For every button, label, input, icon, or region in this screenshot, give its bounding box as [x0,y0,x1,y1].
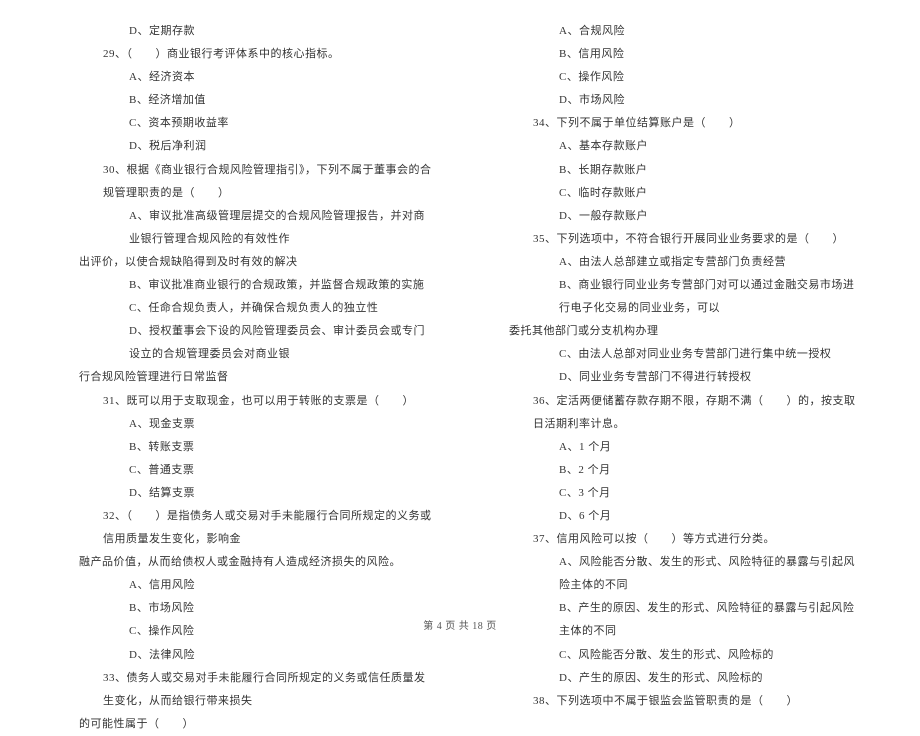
text-line: A、经济资本 [55,66,435,89]
text-line: C、普通支票 [55,459,435,482]
text-line: D、税后净利润 [55,135,435,158]
text-line: A、风险能否分散、发生的形式、风险特征的暴露与引起风险主体的不同 [485,551,865,597]
text-line: 32、（ ）是指债务人或交易对手未能履行合同所规定的义务或信用质量发生变化，影响… [55,505,435,551]
text-line: A、1 个月 [485,436,865,459]
text-line: C、风险能否分散、发生的形式、风险标的 [485,644,865,667]
text-line: D、市场风险 [485,89,865,112]
text-line: D、产生的原因、发生的形式、风险标的 [485,667,865,690]
text-line: C、临时存款账户 [485,182,865,205]
text-line: A、基本存款账户 [485,135,865,158]
text-line: B、审议批准商业银行的合规政策，并监督合规政策的实施 [55,274,435,297]
text-line: D、授权董事会下设的风险管理委员会、审计委员会或专门设立的合规管理委员会对商业银 [55,320,435,366]
text-line: 34、下列不属于单位结算账户是（ ） [485,112,865,135]
text-line: D、法律风险 [55,644,435,667]
text-line: C、由法人总部对同业业务专营部门进行集中统一授权 [485,343,865,366]
left-column: D、定期存款29、（ ）商业银行考评体系中的核心指标。A、经济资本B、经济增加值… [40,20,460,570]
text-line: A、由法人总部建立或指定专营部门负责经营 [485,251,865,274]
text-line: A、合规风险 [485,20,865,43]
text-line: C、3 个月 [485,482,865,505]
text-line: 出评价，以使合规缺陷得到及时有效的解决 [55,251,435,274]
text-line: B、经济增加值 [55,89,435,112]
text-line: 行合规风险管理进行日常监督 [55,366,435,389]
text-line: C、资本预期收益率 [55,112,435,135]
text-line: D、6 个月 [485,505,865,528]
text-line: 36、定活两便储蓄存款存期不限，存期不满（ ）的，按支取日活期利率计息。 [485,390,865,436]
text-line: B、信用风险 [485,43,865,66]
text-line: 30、根据《商业银行合规风险管理指引》，下列不属于董事会的合规管理职责的是（ ） [55,159,435,205]
text-line: A、审议批准高级管理层提交的合规风险管理报告，并对商业银行管理合规风险的有效性作 [55,205,435,251]
text-line: A、现金支票 [55,413,435,436]
text-line: 33、债务人或交易对手未能履行合同所规定的义务或信任质量发生变化，从而给银行带来… [55,667,435,713]
text-line: D、定期存款 [55,20,435,43]
text-line: 37、信用风险可以按（ ）等方式进行分类。 [485,528,865,551]
text-line: B、长期存款账户 [485,159,865,182]
text-line: D、结算支票 [55,482,435,505]
page-container: D、定期存款29、（ ）商业银行考评体系中的核心指标。A、经济资本B、经济增加值… [0,0,920,610]
text-line: 融产品价值，从而给债权人或金融持有人造成经济损失的风险。 [55,551,435,574]
text-line: D、同业业务专营部门不得进行转授权 [485,366,865,389]
text-line: A、信用风险 [55,574,435,597]
text-line: C、任命合规负责人，并确保合规负责人的独立性 [55,297,435,320]
text-line: 31、既可以用于支取现金，也可以用于转账的支票是（ ） [55,390,435,413]
text-line: 35、下列选项中，不符合银行开展同业业务要求的是（ ） [485,228,865,251]
text-line: B、转账支票 [55,436,435,459]
right-column: A、合规风险B、信用风险C、操作风险D、市场风险34、下列不属于单位结算账户是（… [460,20,880,570]
text-line: D、一般存款账户 [485,205,865,228]
text-line: 29、（ ）商业银行考评体系中的核心指标。 [55,43,435,66]
text-line: 38、下列选项中不属于银监会监管职责的是（ ） [485,690,865,713]
page-footer: 第 4 页 共 18 页 [0,617,920,632]
text-line: 的可能性属于（ ） [55,713,435,736]
text-line: 委托其他部门或分支机构办理 [485,320,865,343]
text-line: B、2 个月 [485,459,865,482]
text-line: C、操作风险 [485,66,865,89]
text-line: B、商业银行同业业务专营部门对可以通过金融交易市场进行电子化交易的同业业务，可以 [485,274,865,320]
page-number: 第 4 页 共 18 页 [423,621,497,632]
